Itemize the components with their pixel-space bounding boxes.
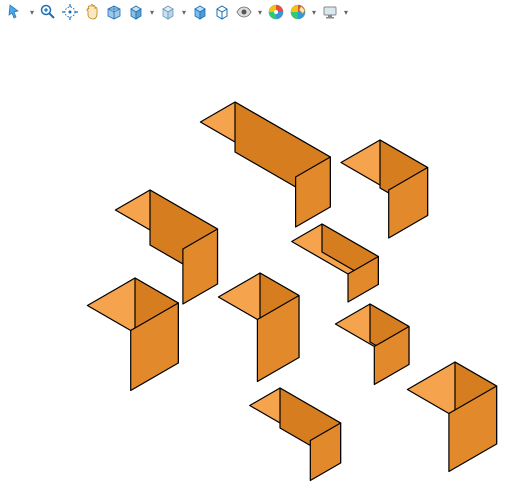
material-tool-icon: [289, 3, 307, 21]
zoom-fit-tool-icon: [61, 3, 79, 21]
screen-tool-icon: [321, 3, 339, 21]
pan-tool[interactable]: [82, 2, 102, 22]
view-cube-tool[interactable]: [126, 2, 146, 22]
box-7[interactable]: [335, 304, 409, 385]
wireframe-tool-icon: [213, 3, 231, 21]
appearance-tool[interactable]: [266, 2, 286, 22]
zoom-tool-icon: [39, 3, 57, 21]
box-5[interactable]: [87, 278, 178, 391]
visibility-tool[interactable]: [234, 2, 254, 22]
toolbar: ▾ ▾ ▾ ▾ ▾ ▾: [6, 2, 350, 22]
box-9[interactable]: [407, 362, 496, 472]
material-tool-dropdown[interactable]: ▾: [310, 2, 318, 22]
visibility-tool-icon: [235, 3, 253, 21]
select-tool-dropdown[interactable]: ▾: [28, 2, 36, 22]
wireframe-tool[interactable]: [212, 2, 232, 22]
zoom-fit-tool[interactable]: [60, 2, 80, 22]
shaded-tool-icon: [191, 3, 209, 21]
material-tool[interactable]: [288, 2, 308, 22]
shaded-tool[interactable]: [190, 2, 210, 22]
zoom-tool[interactable]: [38, 2, 58, 22]
box-8[interactable]: [250, 388, 341, 481]
select-tool-icon: [7, 3, 25, 21]
section-tool[interactable]: [104, 2, 124, 22]
display-style-tool[interactable]: [158, 2, 178, 22]
viewport-3d[interactable]: [0, 28, 512, 504]
screen-tool-dropdown[interactable]: ▾: [342, 2, 350, 22]
box-4[interactable]: [292, 224, 379, 302]
visibility-tool-dropdown[interactable]: ▾: [256, 2, 264, 22]
display-style-tool-dropdown[interactable]: ▾: [180, 2, 188, 22]
appearance-tool-icon: [267, 3, 285, 21]
box-1[interactable]: [200, 102, 330, 227]
select-tool[interactable]: [6, 2, 26, 22]
pan-tool-icon: [83, 3, 101, 21]
box-6[interactable]: [218, 273, 299, 382]
box-2[interactable]: [341, 140, 428, 238]
view-cube-tool-icon: [127, 3, 145, 21]
view-cube-tool-dropdown[interactable]: ▾: [148, 2, 156, 22]
section-tool-icon: [105, 3, 123, 21]
display-style-tool-icon: [159, 3, 177, 21]
screen-tool[interactable]: [320, 2, 340, 22]
